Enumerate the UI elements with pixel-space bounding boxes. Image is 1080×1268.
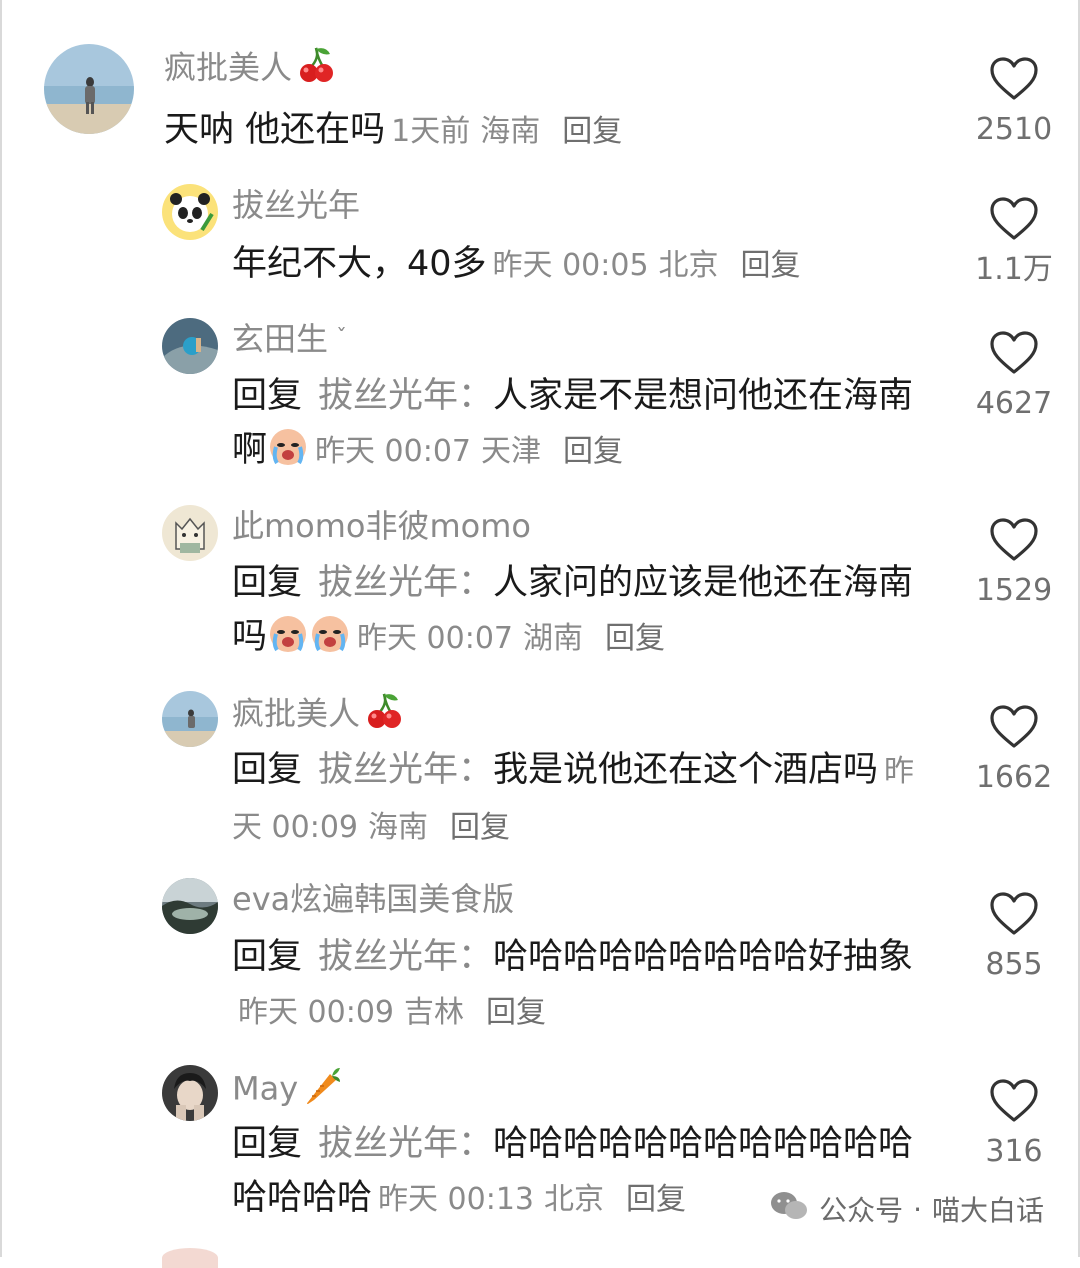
comment-username[interactable]: 拔丝光年 bbox=[232, 185, 360, 225]
heart-outline-icon bbox=[990, 331, 1038, 374]
reply-target-user[interactable]: 拔丝光年： bbox=[318, 563, 493, 603]
like-button[interactable]: 316 bbox=[964, 1078, 1064, 1170]
crying-face-icon bbox=[309, 612, 351, 654]
comment-meta: 昨天 00:05 北京 回复 bbox=[492, 248, 801, 283]
heart-outline-icon bbox=[990, 197, 1038, 240]
avatar[interactable] bbox=[162, 691, 218, 747]
avatar[interactable] bbox=[162, 1248, 218, 1268]
like-button[interactable]: 2510 bbox=[964, 56, 1064, 148]
comment-body: 回复 拔丝光年：我是说他还在这个酒店吗 昨天 00:09 海南 回复 bbox=[232, 750, 915, 845]
avatar[interactable] bbox=[162, 318, 218, 374]
reply-button[interactable]: 回复 bbox=[605, 621, 665, 656]
like-button[interactable]: 1662 bbox=[964, 704, 1064, 796]
reply-target-user[interactable]: 拔丝光年： bbox=[318, 937, 493, 977]
avatar[interactable] bbox=[44, 44, 134, 134]
comment-body: 天呐 他还在吗 1天前 海南 回复 bbox=[164, 103, 924, 159]
comment-username[interactable]: eva炫遍韩国美食版 bbox=[232, 879, 514, 919]
comment-body: 回复 拔丝光年：人家是不是想问他还在海南啊 昨天 00:07 天津 回复 bbox=[232, 376, 914, 470]
cherry-icon bbox=[364, 692, 404, 739]
comment-username[interactable]: May bbox=[232, 1066, 342, 1115]
reply-button[interactable]: 回复 bbox=[563, 434, 623, 469]
avatar[interactable] bbox=[162, 505, 218, 561]
watermark: 公众号 · 喵大白话 bbox=[769, 1189, 1044, 1229]
reply-target-user[interactable]: 拔丝光年： bbox=[318, 1124, 493, 1164]
like-button[interactable]: 1.1万 bbox=[964, 196, 1064, 288]
like-button[interactable]: 1529 bbox=[964, 517, 1064, 609]
carrot-icon bbox=[302, 1066, 342, 1115]
heart-outline-icon bbox=[990, 57, 1038, 100]
comment-meta: 昨天 00:07 湖南 回复 bbox=[357, 621, 666, 656]
like-count: 855 bbox=[985, 947, 1043, 982]
reply-button[interactable]: 回复 bbox=[741, 248, 801, 283]
reply-button[interactable]: 回复 bbox=[562, 114, 622, 149]
wechat-icon bbox=[769, 1190, 809, 1229]
like-count: 1529 bbox=[975, 573, 1053, 608]
comment-username[interactable]: 疯批美人 bbox=[232, 692, 404, 739]
cherry-icon bbox=[296, 46, 336, 93]
avatar[interactable] bbox=[162, 1065, 218, 1121]
reply-button[interactable]: 回复 bbox=[450, 810, 510, 845]
comment-meta: 昨天 00:13 北京 回复 bbox=[378, 1182, 687, 1217]
reply-button[interactable]: 回复 bbox=[486, 995, 546, 1030]
avatar[interactable] bbox=[162, 878, 218, 934]
comment-list: 疯批美人 天呐 他还在吗 1天前 海南 回复 2510 拔丝光年 年纪不大，40… bbox=[0, 0, 1080, 1268]
reply-button[interactable]: 回复 bbox=[626, 1182, 686, 1217]
reply-target-user[interactable]: 拔丝光年： bbox=[318, 376, 493, 416]
like-button[interactable]: 855 bbox=[964, 891, 1064, 983]
heart-outline-icon bbox=[990, 892, 1038, 935]
comment-meta: 昨天 00:09 吉林 回复 bbox=[238, 995, 546, 1030]
comment-meta: 昨天 00:07 天津 回复 bbox=[315, 434, 624, 469]
comment-body: 年纪不大，40多 昨天 00:05 北京 回复 bbox=[232, 237, 932, 293]
comment-username[interactable]: 疯批美人 bbox=[164, 46, 336, 93]
like-count: 316 bbox=[985, 1134, 1043, 1169]
like-count: 1662 bbox=[975, 760, 1053, 795]
like-count: 4627 bbox=[975, 386, 1053, 421]
comment-username[interactable]: 此momo非彼momo bbox=[232, 506, 531, 546]
comment-meta: 1天前 海南 回复 bbox=[391, 114, 623, 149]
like-count: 1.1万 bbox=[975, 252, 1053, 287]
comment-body: 回复 拔丝光年：哈哈哈哈哈哈哈哈哈好抽象昨天 00:09 吉林 回复 bbox=[232, 937, 914, 1030]
comment-body: 回复 拔丝光年：人家问的应该是他还在海南吗 昨天 00:07 湖南 回复 bbox=[232, 563, 914, 657]
crying-face-icon bbox=[267, 612, 309, 654]
crying-face-icon bbox=[267, 425, 309, 467]
reply-target-user[interactable]: 拔丝光年： bbox=[318, 750, 493, 790]
heart-outline-icon bbox=[990, 705, 1038, 748]
heart-outline-icon bbox=[990, 1079, 1038, 1122]
avatar[interactable] bbox=[162, 184, 218, 240]
comment-username[interactable]: 玄田生 ˇ bbox=[232, 319, 347, 359]
like-button[interactable]: 4627 bbox=[964, 330, 1064, 422]
heart-outline-icon bbox=[990, 518, 1038, 561]
like-count: 2510 bbox=[975, 112, 1053, 147]
